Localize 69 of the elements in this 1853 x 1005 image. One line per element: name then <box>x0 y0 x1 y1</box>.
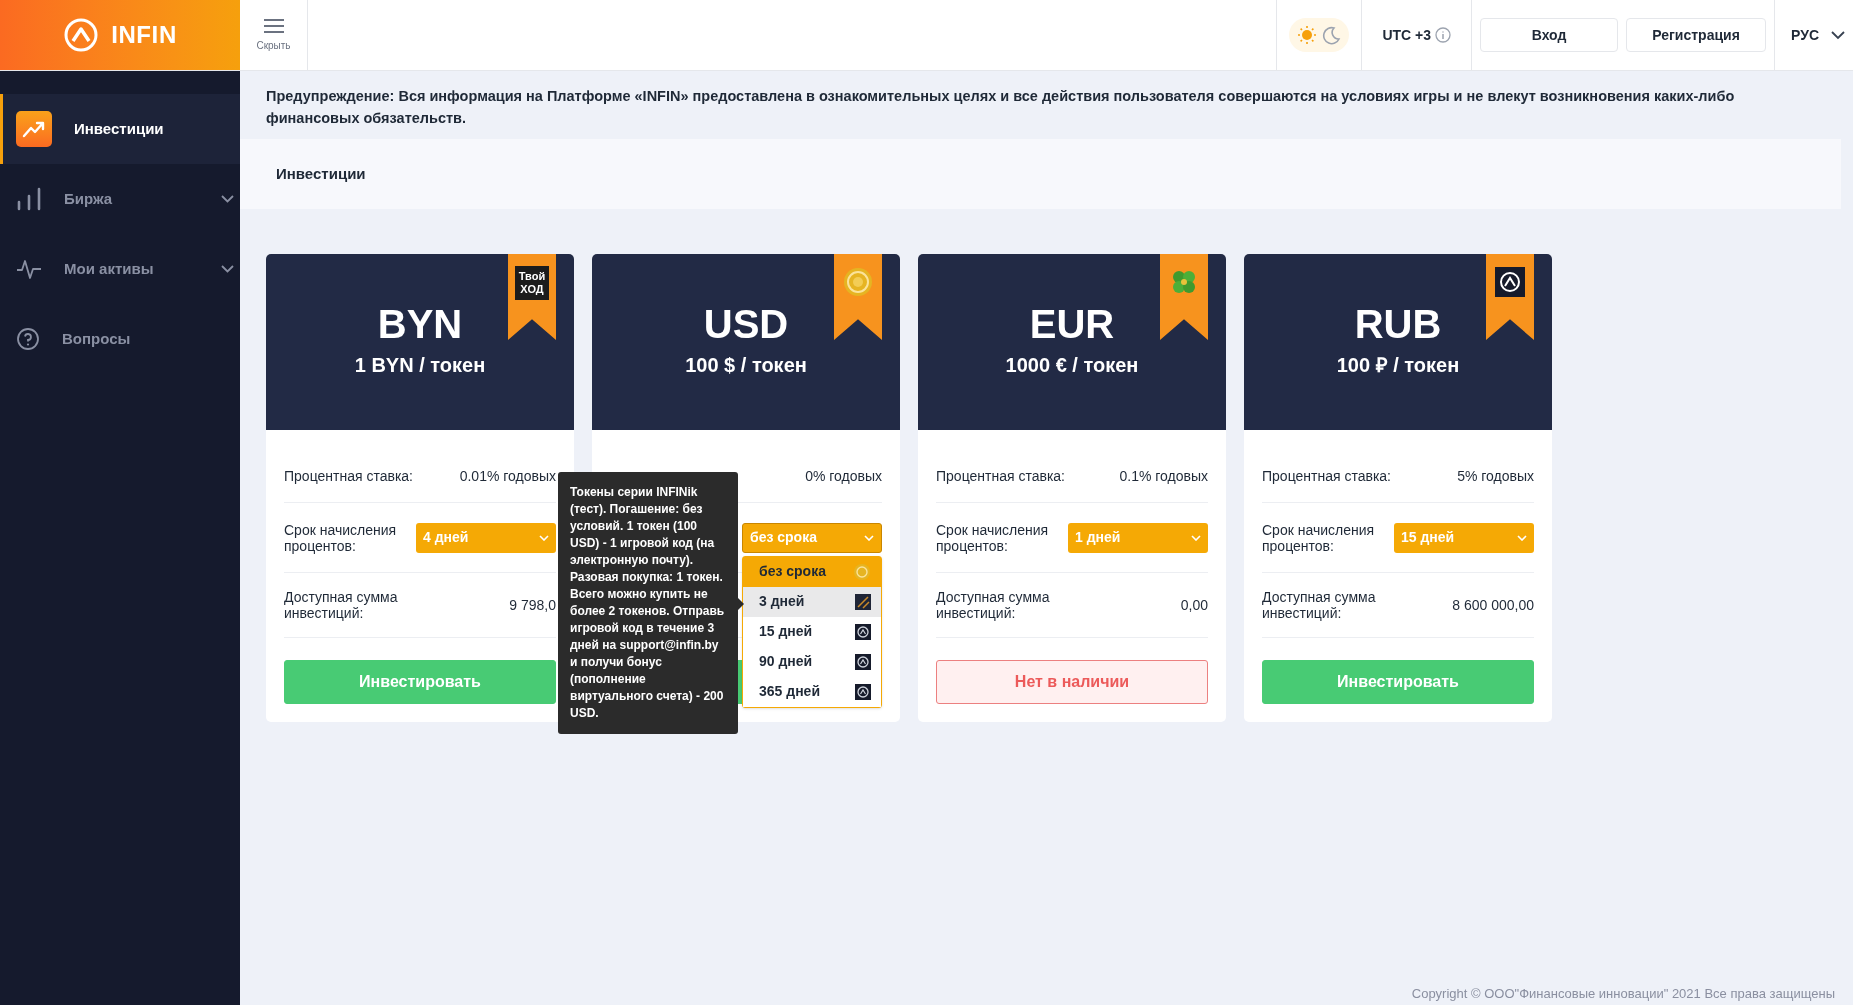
trend-icon <box>16 111 52 147</box>
menu-icon <box>262 17 285 34</box>
dropdown-option[interactable]: без срока <box>743 556 881 587</box>
dropdown-option[interactable]: 3 дней <box>743 586 881 617</box>
logo-icon <box>855 683 871 700</box>
chevron-down-icon <box>1831 30 1845 40</box>
language-select[interactable]: РУС <box>1774 0 1853 70</box>
rate-label: Процентная ставка: <box>284 467 413 486</box>
pulse-icon <box>16 258 42 280</box>
login-button[interactable]: Вход <box>1480 18 1618 52</box>
timezone-label: UTC +3 <box>1382 25 1431 45</box>
warning-text: Предупреждение: Вся информация на Платформе «INFIN» предоставлена в ознакомительных целях и все действия пользователя совершаются на условиях игры и не влекут возникновения каких-либо финансовых обязательств. <box>265 87 1736 128</box>
token-price: 1000 € / токен <box>1005 353 1139 378</box>
currency-code: BYN <box>377 301 463 348</box>
register-button[interactable]: Регистрация <box>1626 18 1766 52</box>
sidebar-item[interactable]: Биржа <box>0 164 240 234</box>
term-label: Срок начисления процентов: <box>936 521 1050 554</box>
rate-value: 0.01% годовых <box>459 467 556 486</box>
dropdown-option[interactable]: 90 дней <box>743 646 881 677</box>
chevron-down-icon <box>221 265 234 273</box>
token-price: 100 $ / токен <box>685 353 807 378</box>
token-price: 100 ₽ / токен <box>1336 353 1460 378</box>
amount-value: 0,00 <box>1180 595 1208 615</box>
sidebar-item[interactable]: Вопросы <box>0 304 240 374</box>
amount-value: 8 600 000,00 <box>1452 595 1534 615</box>
amount-label: Доступная сумма инвестиций: <box>1262 589 1377 621</box>
token-price: 1 BYN / токен <box>354 353 486 378</box>
currency-code: EUR <box>1029 301 1115 348</box>
coin-icon <box>853 562 871 581</box>
chevron-down-icon <box>221 195 234 203</box>
bar-chart-icon <box>16 187 42 211</box>
amount-value: 9 798,0 <box>509 595 556 615</box>
question-icon <box>16 327 40 351</box>
coin-icon <box>842 266 874 298</box>
dropdown-option[interactable]: 365 дней <box>743 676 881 707</box>
sidebar-item[interactable]: Мои активы <box>0 234 240 304</box>
token-icon <box>855 593 871 610</box>
logo-icon <box>63 17 100 53</box>
tooltip-arrow <box>738 598 744 610</box>
logo-icon <box>1494 266 1526 298</box>
amount-label: Доступная сумма инвестиций: <box>936 589 1051 621</box>
copyright-text: Copyright © ООО"Финансовые инновации" 2021 Все права защищены <box>1411 984 1835 1003</box>
chevron-down-icon <box>1517 534 1527 541</box>
chevron-down-icon <box>864 534 874 541</box>
dropdown-option[interactable]: 15 дней <box>743 616 881 647</box>
theme-toggle[interactable] <box>1289 18 1350 52</box>
rate-value: 5% годовых <box>1457 467 1534 486</box>
term-label: Срок начисления процентов: <box>1262 521 1376 554</box>
hide-sidebar-button[interactable]: Скрыть <box>240 0 308 70</box>
sun-icon <box>1297 25 1318 45</box>
breadcrumb-label: Инвестиции <box>276 163 366 184</box>
currency-code: RUB <box>1354 301 1442 348</box>
term-label: Срок начисления процентов: <box>284 521 398 554</box>
chevron-down-icon <box>539 534 549 541</box>
amount-label: Доступная сумма инвестиций: <box>284 589 399 621</box>
sidebar-item[interactable]: Инвестиции <box>0 94 240 164</box>
logo-icon <box>855 623 871 640</box>
rate-value: 0.1% годовых <box>1119 467 1208 486</box>
brand-name: INFIN <box>111 20 177 50</box>
unavailable-button[interactable]: Нет в наличии <box>936 660 1208 704</box>
currency-code: USD <box>703 301 789 348</box>
moon-icon <box>1321 25 1342 45</box>
info-icon[interactable] <box>1435 27 1451 43</box>
rate-label: Процентная ставка: <box>1262 467 1391 486</box>
logo-icon <box>855 653 871 670</box>
rate-label: Процентная ставка: <box>936 467 1065 486</box>
badge-label: Твой ХОД <box>515 266 549 300</box>
rate-value: 0% годовых <box>805 467 882 486</box>
chevron-down-icon <box>1191 534 1201 541</box>
